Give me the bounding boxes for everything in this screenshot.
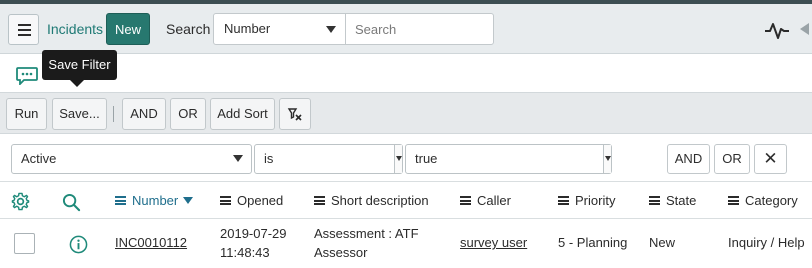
toolbar-divider xyxy=(113,106,114,122)
cell-state: New xyxy=(649,235,676,250)
search-label: Search xyxy=(166,21,211,37)
info-icon[interactable] xyxy=(69,235,88,254)
remove-condition-close-icon[interactable]: ✕ xyxy=(754,144,787,174)
save-filter-tooltip: Save Filter xyxy=(42,50,117,87)
cell-caller-link[interactable]: survey user xyxy=(460,234,527,252)
column-menu-icon[interactable] xyxy=(314,196,325,205)
add-sort-button[interactable]: Add Sort xyxy=(210,98,275,130)
cell-number-link[interactable]: INC0010112 xyxy=(115,234,187,252)
new-button[interactable]: New xyxy=(106,13,150,45)
sort-descending-icon xyxy=(183,197,194,204)
cell-category: Inquiry / Help xyxy=(728,235,805,250)
column-menu-icon[interactable] xyxy=(460,196,471,205)
column-header-priority[interactable]: Priority xyxy=(558,193,615,208)
search-icon[interactable] xyxy=(62,193,81,212)
list-header: Incidents New Search Number xyxy=(0,4,812,54)
or-button[interactable]: OR xyxy=(170,98,206,130)
clear-filter-button[interactable] xyxy=(279,98,311,130)
chevron-down-icon xyxy=(603,145,611,173)
table-row: INC0010112 2019-07-29 11:48:43 Assessmen… xyxy=(0,219,812,268)
filter-clear-icon xyxy=(287,108,302,121)
row-select-checkbox[interactable] xyxy=(14,233,35,254)
column-menu-icon[interactable] xyxy=(558,196,569,205)
column-header-category[interactable]: Category xyxy=(728,193,798,208)
cell-priority: 5 - Planning xyxy=(558,235,628,250)
column-header-state[interactable]: State xyxy=(649,193,696,208)
condition-value-select[interactable]: true xyxy=(405,144,612,174)
page-title: Incidents xyxy=(47,21,104,37)
gear-icon[interactable] xyxy=(11,192,30,211)
list-controls-row xyxy=(0,55,812,92)
search-field-value: Number xyxy=(224,21,271,36)
save-filter-button[interactable]: Save... xyxy=(52,98,107,130)
table-header: Number Opened Short description Caller P… xyxy=(0,183,812,219)
collapse-panel-icon[interactable] xyxy=(800,23,809,35)
cell-opened-date: 2019-07-29 xyxy=(220,226,287,241)
cell-opened-time: 11:48:43 xyxy=(220,245,270,260)
activity-pulse-icon[interactable] xyxy=(764,20,790,40)
column-menu-icon[interactable] xyxy=(728,196,739,205)
condition-field-select[interactable]: Active xyxy=(11,144,252,174)
condition-or-button[interactable]: OR xyxy=(714,144,750,174)
search-input[interactable] xyxy=(345,13,494,45)
column-menu-icon[interactable] xyxy=(220,196,231,205)
column-header-caller[interactable]: Caller xyxy=(460,193,511,208)
cell-short-description-line1: Assessment : ATF xyxy=(314,226,419,241)
condition-operator-select[interactable]: is xyxy=(254,144,403,174)
condition-value-text: true xyxy=(415,151,438,166)
and-button[interactable]: AND xyxy=(122,98,166,130)
chevron-down-icon xyxy=(326,26,336,33)
column-header-number[interactable]: Number xyxy=(115,193,194,208)
condition-and-button[interactable]: AND xyxy=(667,144,710,174)
cell-short-description-line2: Assessor xyxy=(314,245,368,260)
condition-field-value: Active xyxy=(21,151,57,166)
column-header-short-description[interactable]: Short description xyxy=(314,193,429,208)
chevron-down-icon xyxy=(233,155,243,162)
chat-bubble-icon[interactable] xyxy=(16,67,38,85)
filter-toolbar: Run Save... AND OR Add Sort xyxy=(0,92,812,134)
column-header-opened[interactable]: Opened xyxy=(220,193,283,208)
run-button[interactable]: Run xyxy=(6,98,47,130)
menu-hamburger-icon[interactable] xyxy=(8,14,39,45)
column-menu-icon[interactable] xyxy=(649,196,660,205)
chevron-down-icon xyxy=(394,145,402,173)
search-field-select[interactable]: Number xyxy=(213,13,346,45)
condition-operator-value: is xyxy=(264,151,274,166)
column-menu-icon[interactable] xyxy=(115,196,126,205)
